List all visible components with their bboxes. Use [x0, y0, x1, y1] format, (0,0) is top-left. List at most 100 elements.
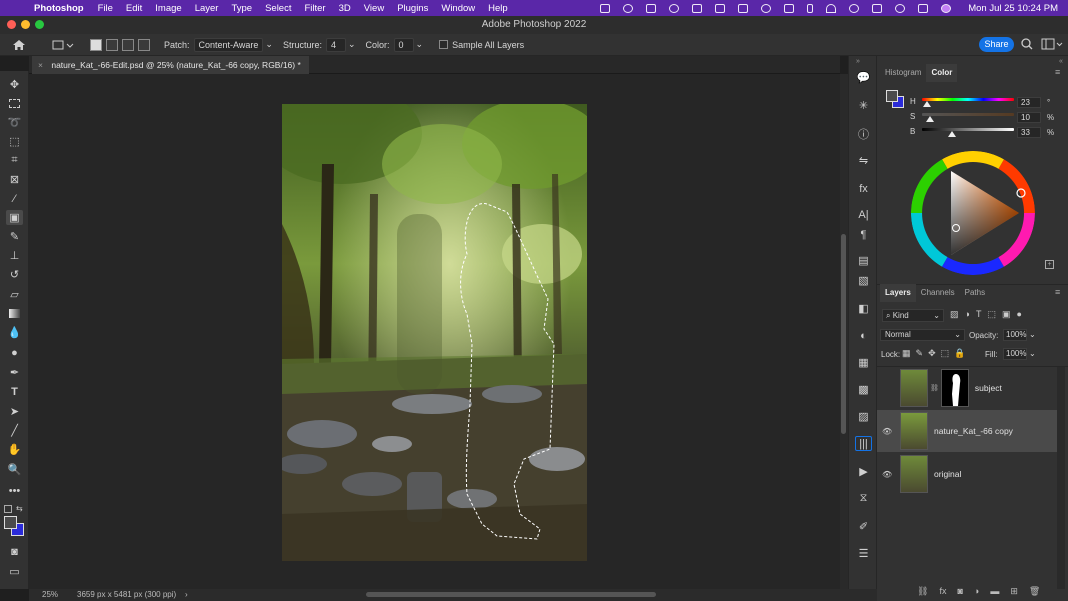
fill-input[interactable]: 100%: [1003, 348, 1027, 360]
vertical-scrollbar[interactable]: [840, 74, 848, 589]
fill-chevron-down-icon[interactable]: ⌄: [1029, 349, 1036, 358]
link-layers-icon[interactable]: ⛓: [917, 586, 928, 597]
control-center-icon[interactable]: [918, 3, 929, 13]
color-panel-menu-icon[interactable]: ≡: [1055, 67, 1060, 77]
actions-play-icon[interactable]: ▶: [855, 464, 872, 479]
brightness-slider-thumb-icon[interactable]: [948, 131, 956, 137]
search-button[interactable]: [1021, 38, 1033, 52]
hue-slider-thumb-icon[interactable]: [923, 101, 931, 107]
swap-colors-icon[interactable]: ⇆: [16, 504, 23, 513]
lock-position-icon[interactable]: ✥: [928, 348, 936, 359]
adjustments-icon[interactable]: ⇋: [855, 153, 872, 168]
pen-tool-icon[interactable]: ✒: [6, 365, 23, 380]
layer-mask-thumbnail[interactable]: [940, 369, 969, 407]
zoom-level[interactable]: 25%: [42, 589, 58, 601]
blur-tool-icon[interactable]: 💧: [6, 325, 23, 340]
layer-row-subject[interactable]: ⛓ subject: [877, 367, 1057, 409]
frame-tool-icon[interactable]: ⊠: [6, 172, 23, 187]
path-selection-tool-icon[interactable]: ➤: [6, 404, 23, 419]
menu-filter[interactable]: Filter: [304, 3, 325, 14]
hue-slider[interactable]: [922, 98, 1014, 101]
history-brush-tool-icon[interactable]: ↺: [6, 267, 23, 282]
delete-layer-icon[interactable]: 🗑: [1029, 586, 1040, 597]
paragraph-icon[interactable]: ¶: [855, 227, 872, 242]
gradient-tool-icon[interactable]: [6, 306, 23, 321]
eraser-tool-icon[interactable]: ▱: [6, 287, 23, 302]
airplay-icon[interactable]: [715, 3, 726, 13]
saturation-input[interactable]: 10: [1017, 112, 1041, 123]
forest-stream-image[interactable]: [282, 104, 587, 561]
tab-paths[interactable]: Paths: [960, 284, 990, 302]
channels-icon[interactable]: |||: [855, 436, 872, 451]
collapse-strip-icon[interactable]: »: [856, 58, 860, 65]
document-tab[interactable]: × nature_Kat_-66-Edit.psd @ 25% (nature_…: [32, 56, 309, 74]
default-colors-icon[interactable]: [4, 505, 12, 513]
filter-shape-icon[interactable]: ⬚: [987, 309, 996, 320]
new-group-icon[interactable]: ▬: [990, 586, 999, 597]
battery-icon[interactable]: [872, 3, 883, 13]
lock-image-icon[interactable]: ✎: [916, 348, 924, 359]
swatches-icon[interactable]: ▦: [855, 355, 872, 370]
glyphs-icon[interactable]: ◧: [855, 301, 872, 316]
layer-row-nature-copy[interactable]: 👁 nature_Kat_-66 copy: [877, 410, 1057, 452]
layers-scrollbar[interactable]: [1057, 367, 1065, 589]
siri-icon[interactable]: [941, 3, 952, 13]
libraries-icon[interactable]: ▤: [855, 253, 872, 268]
new-selection-icon[interactable]: [90, 38, 102, 51]
add-mask-icon[interactable]: ◙: [957, 586, 962, 597]
color-chevron-down-icon[interactable]: ⌄: [416, 39, 424, 50]
menu-image[interactable]: Image: [155, 3, 181, 14]
comments-icon[interactable]: 💬: [855, 70, 872, 85]
tab-histogram[interactable]: Histogram: [880, 64, 926, 82]
filter-pixel-icon[interactable]: ▨: [950, 309, 959, 320]
menu-file[interactable]: File: [98, 3, 113, 14]
intersect-selection-icon[interactable]: [138, 38, 150, 51]
collapse-panels-icon[interactable]: «: [1059, 58, 1063, 65]
brush-tool-icon[interactable]: ✎: [6, 229, 23, 244]
filter-type-icon[interactable]: T: [976, 309, 982, 320]
patch-tool-icon[interactable]: ▣: [6, 210, 23, 225]
lasso-tool-icon[interactable]: ➰: [6, 115, 23, 130]
history-icon[interactable]: ⧖: [855, 491, 872, 506]
patch-select[interactable]: Content-Aware: [193, 37, 264, 52]
menu-layer[interactable]: Layer: [195, 3, 219, 14]
color-wheel[interactable]: [911, 151, 1035, 275]
sample-all-layers-checkbox[interactable]: [439, 40, 449, 49]
search-icon[interactable]: [895, 3, 906, 13]
close-window-button[interactable]: [7, 20, 16, 29]
adjustment-layer-icon[interactable]: ◑: [974, 586, 979, 597]
layers-panel-menu-icon[interactable]: ≡: [1055, 287, 1060, 297]
move-tool-icon[interactable]: ✥: [6, 77, 23, 92]
close-tab-icon[interactable]: ×: [38, 60, 43, 70]
menu-view[interactable]: View: [364, 3, 384, 14]
minimize-window-button[interactable]: [21, 20, 30, 29]
home-button[interactable]: [12, 39, 26, 51]
add-to-selection-icon[interactable]: [106, 38, 118, 51]
structure-input[interactable]: 4: [325, 37, 346, 52]
creative-cloud-icon[interactable]: [623, 3, 634, 13]
foreground-color-swatch[interactable]: [886, 90, 898, 102]
layer-row-original[interactable]: 👁 original: [877, 453, 1057, 495]
filter-smart-object-icon[interactable]: ▣: [1002, 309, 1011, 320]
properties-icon[interactable]: ☰: [855, 546, 872, 561]
horizontal-scroll-thumb[interactable]: [366, 592, 656, 597]
notes-icon[interactable]: ▧: [855, 273, 872, 288]
tool-preset-picker[interactable]: [52, 39, 74, 51]
navigator-icon[interactable]: ✳: [855, 98, 872, 113]
object-selection-tool-icon[interactable]: ⬚: [6, 134, 23, 149]
menu-3d[interactable]: 3D: [339, 3, 351, 14]
menu-select[interactable]: Select: [265, 3, 291, 14]
screen-share-icon[interactable]: [692, 3, 703, 13]
line-tool-icon[interactable]: ╱: [6, 423, 23, 438]
workspace-button[interactable]: [1041, 38, 1063, 52]
foreground-color-swatch[interactable]: [4, 516, 17, 529]
hue-input[interactable]: 23: [1017, 97, 1041, 108]
bluetooth-icon[interactable]: [807, 3, 814, 13]
menu-edit[interactable]: Edit: [126, 3, 142, 14]
saturation-slider[interactable]: [922, 113, 1014, 116]
subtract-from-selection-icon[interactable]: [122, 38, 134, 51]
patch-chevron-down-icon[interactable]: ⌄: [265, 39, 273, 50]
brush-settings-icon[interactable]: ✐: [855, 519, 872, 534]
character-icon[interactable]: A|: [855, 207, 872, 222]
menu-plugins[interactable]: Plugins: [397, 3, 428, 14]
